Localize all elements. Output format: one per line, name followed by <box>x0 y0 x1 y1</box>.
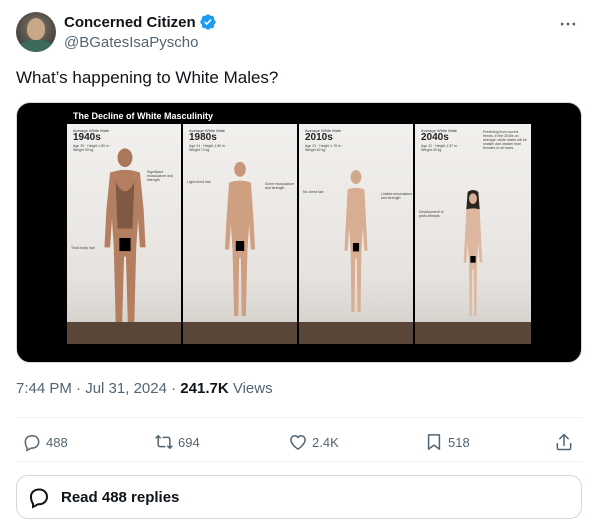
meta-separator: · <box>76 380 82 397</box>
panel-left-note: Development of proto-breasts <box>419 210 444 218</box>
meta-separator: · <box>171 380 177 397</box>
repost-arrows-icon <box>155 435 173 449</box>
media-panel-1980s: Average White Male 1980s Age 24 · Height… <box>183 124 297 344</box>
panel-stats: Age 22 · Height 1.57 m · Weight 40 kg <box>421 144 460 152</box>
avatar[interactable] <box>16 12 56 52</box>
tweet-text: What’s happening to White Males? <box>16 68 279 87</box>
avatar-shirt <box>20 40 52 52</box>
views-label: Views <box>232 380 273 397</box>
tweet-date[interactable]: Jul 31, 2024 <box>85 380 167 397</box>
panel-era: 2040s <box>421 132 449 143</box>
user-handle[interactable]: @BGatesIsaPyscho <box>64 34 198 51</box>
like-button[interactable]: 2.4K <box>288 428 339 456</box>
figure-silhouette <box>463 190 483 316</box>
avatar-face <box>27 18 45 40</box>
figure-silhouette <box>344 170 368 312</box>
tweet-time[interactable]: 7:44 PM <box>16 380 72 397</box>
panel-era: 2010s <box>305 132 333 143</box>
views-count[interactable]: 241.7K <box>180 380 228 397</box>
divider-bottom <box>16 461 582 462</box>
reply-bubble-icon <box>24 435 40 452</box>
panel-era: 1980s <box>189 132 217 143</box>
tweet-meta: 7:44 PM · Jul 31, 2024 · 241.7K Views <box>16 380 273 397</box>
tweet-media-image[interactable]: The Decline of White Masculinity Average… <box>16 102 582 363</box>
bookmark-icon <box>427 434 441 450</box>
bookmark-count: 518 <box>448 434 470 450</box>
heart-icon <box>290 435 306 450</box>
panel-right-note: Limited musculature and strength <box>381 192 413 200</box>
panel-right-note: Predicting from current trends, in the 2… <box>483 130 527 150</box>
panel-left-note: No chest hair <box>303 190 324 194</box>
display-name[interactable]: Concerned Citizen <box>64 14 196 31</box>
display-name-row: Concerned Citizen <box>64 13 217 31</box>
reply-button[interactable]: 488 <box>22 428 68 456</box>
media-title: The Decline of White Masculinity <box>73 111 214 121</box>
more-dots-icon[interactable] <box>558 14 578 34</box>
tweet-actions: 488 694 2.4K 518 <box>16 428 582 456</box>
media-panel-2010s: Average White Male 2010s Age 23 · Height… <box>299 124 413 344</box>
repost-button[interactable]: 694 <box>154 428 200 456</box>
media-panel-1940s: Average White Male 1940s Age 25 · Height… <box>67 124 181 344</box>
tweet-header: Concerned Citizen @BGatesIsaPyscho <box>16 12 582 54</box>
divider-top <box>16 417 582 418</box>
read-replies-label: Read 488 replies <box>61 488 180 506</box>
media-panel-2040s: Average White Male 2040s Age 22 · Height… <box>415 124 531 344</box>
panel-right-note: Some musculature and strength <box>265 182 295 190</box>
reply-bubble-icon <box>29 488 49 509</box>
figure-silhouette <box>104 148 146 322</box>
like-count: 2.4K <box>312 434 339 450</box>
share-upload-icon[interactable] <box>554 432 574 452</box>
bookmark-button[interactable]: 518 <box>424 428 470 456</box>
figure-silhouette <box>225 161 255 316</box>
repost-count: 694 <box>178 434 200 450</box>
reply-count: 488 <box>46 434 68 450</box>
read-replies-button[interactable]: Read 488 replies <box>16 475 582 519</box>
verified-badge-icon <box>200 14 216 30</box>
